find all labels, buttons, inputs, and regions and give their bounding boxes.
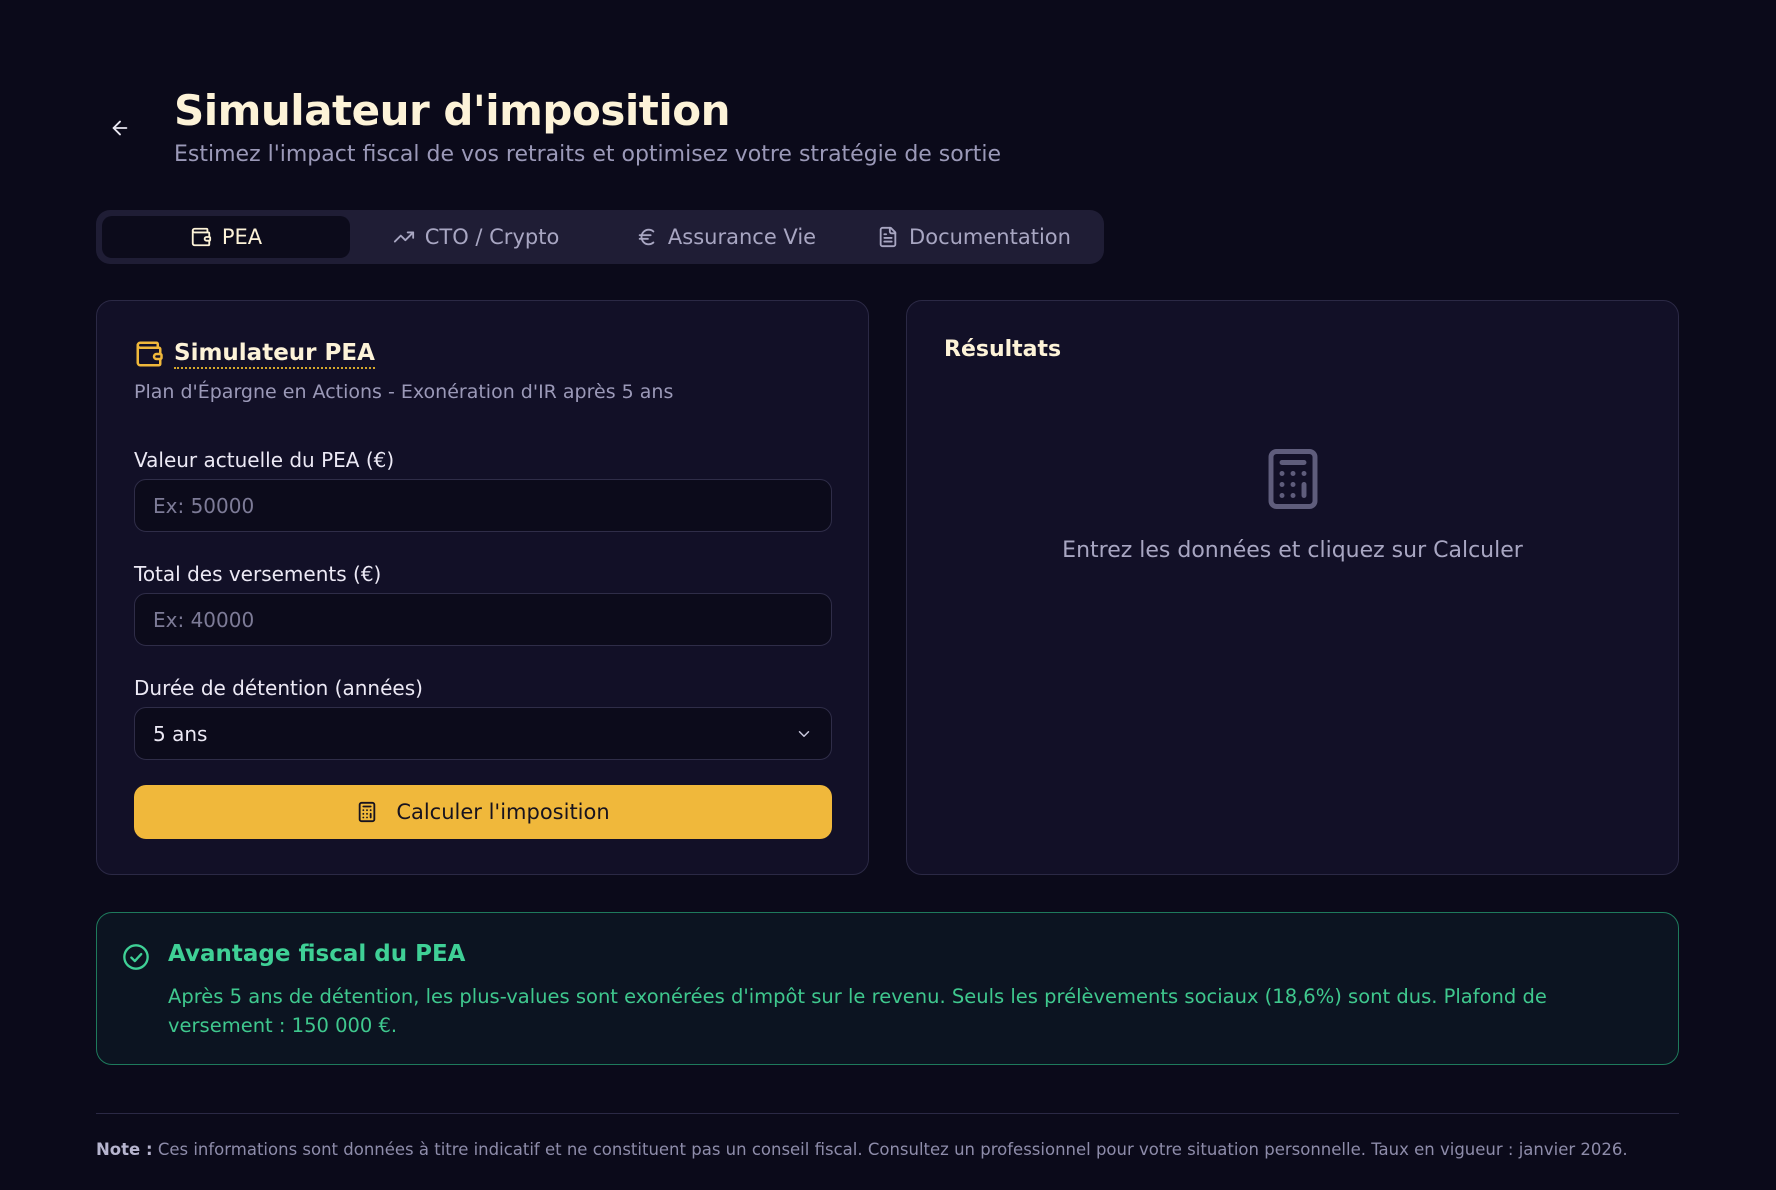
duration-selected-value: 5 ans xyxy=(153,721,208,746)
check-circle-icon xyxy=(123,944,149,970)
document-icon xyxy=(879,226,897,248)
page-header: Simulateur d'imposition Estimez l'impact… xyxy=(96,86,1296,176)
pea-value-label: Valeur actuelle du PEA (€) xyxy=(134,448,395,472)
tax-advantage-title: Avantage fiscal du PEA xyxy=(168,941,466,967)
page-subtitle: Estimez l'impact fiscal de vos retraits … xyxy=(174,142,1002,167)
tab-label: CTO / Crypto xyxy=(424,225,560,249)
tab-bar: PEA CTO / Crypto Assurance Vie Documenta… xyxy=(96,210,1104,264)
results-card: Résultats Entrez les données et cliquez … xyxy=(906,300,1679,875)
tab-assurance-vie[interactable]: Assurance Vie xyxy=(602,216,850,258)
tab-documentation[interactable]: Documentation xyxy=(850,216,1098,258)
simulator-title: Simulateur PEA xyxy=(174,340,375,369)
calculator-icon xyxy=(1268,449,1317,509)
trending-up-icon xyxy=(393,231,414,243)
disclaimer-note: Note : Ces informations sont données à t… xyxy=(96,1140,1628,1159)
wallet-icon xyxy=(191,227,211,247)
divider xyxy=(96,1113,1679,1114)
calculate-button-label: Calculer l'imposition xyxy=(396,800,610,824)
tab-label: Documentation xyxy=(909,225,1071,249)
simulator-heading: Simulateur PEA xyxy=(134,339,375,369)
wallet-icon xyxy=(136,341,163,367)
page-title: Simulateur d'imposition xyxy=(174,86,730,135)
deposits-input[interactable] xyxy=(134,593,832,646)
simulator-card: Simulateur PEA Plan d'Épargne en Actions… xyxy=(96,300,869,875)
results-empty-state: Entrez les données et cliquez sur Calcul… xyxy=(907,446,1678,563)
note-text: Ces informations sont données à titre in… xyxy=(152,1140,1628,1159)
tab-pea[interactable]: PEA xyxy=(102,216,350,258)
duration-select[interactable]: 5 ans xyxy=(134,707,832,760)
results-empty-text: Entrez les données et cliquez sur Calcul… xyxy=(1062,538,1523,563)
tax-advantage-box: Avantage fiscal du PEA Après 5 ans de dé… xyxy=(96,912,1679,1065)
chevron-down-icon xyxy=(798,730,810,737)
back-button[interactable] xyxy=(108,116,132,140)
calculate-button[interactable]: Calculer l'imposition xyxy=(134,785,832,839)
calculator-icon xyxy=(359,801,376,823)
pea-value-input[interactable] xyxy=(134,479,832,532)
tab-cto-crypto[interactable]: CTO / Crypto xyxy=(350,216,602,258)
simulator-subtitle: Plan d'Épargne en Actions - Exonération … xyxy=(134,381,674,403)
tax-advantage-text: Après 5 ans de détention, les plus-value… xyxy=(168,985,1547,1037)
tab-label: PEA xyxy=(221,225,263,249)
tab-label: Assurance Vie xyxy=(667,225,817,249)
results-title: Résultats xyxy=(944,337,1062,362)
duration-label: Durée de détention (années) xyxy=(134,676,423,700)
note-label: Note : xyxy=(96,1140,153,1159)
arrow-left-icon xyxy=(112,120,128,136)
euro-icon xyxy=(638,228,655,246)
deposits-label: Total des versements (€) xyxy=(134,562,382,586)
